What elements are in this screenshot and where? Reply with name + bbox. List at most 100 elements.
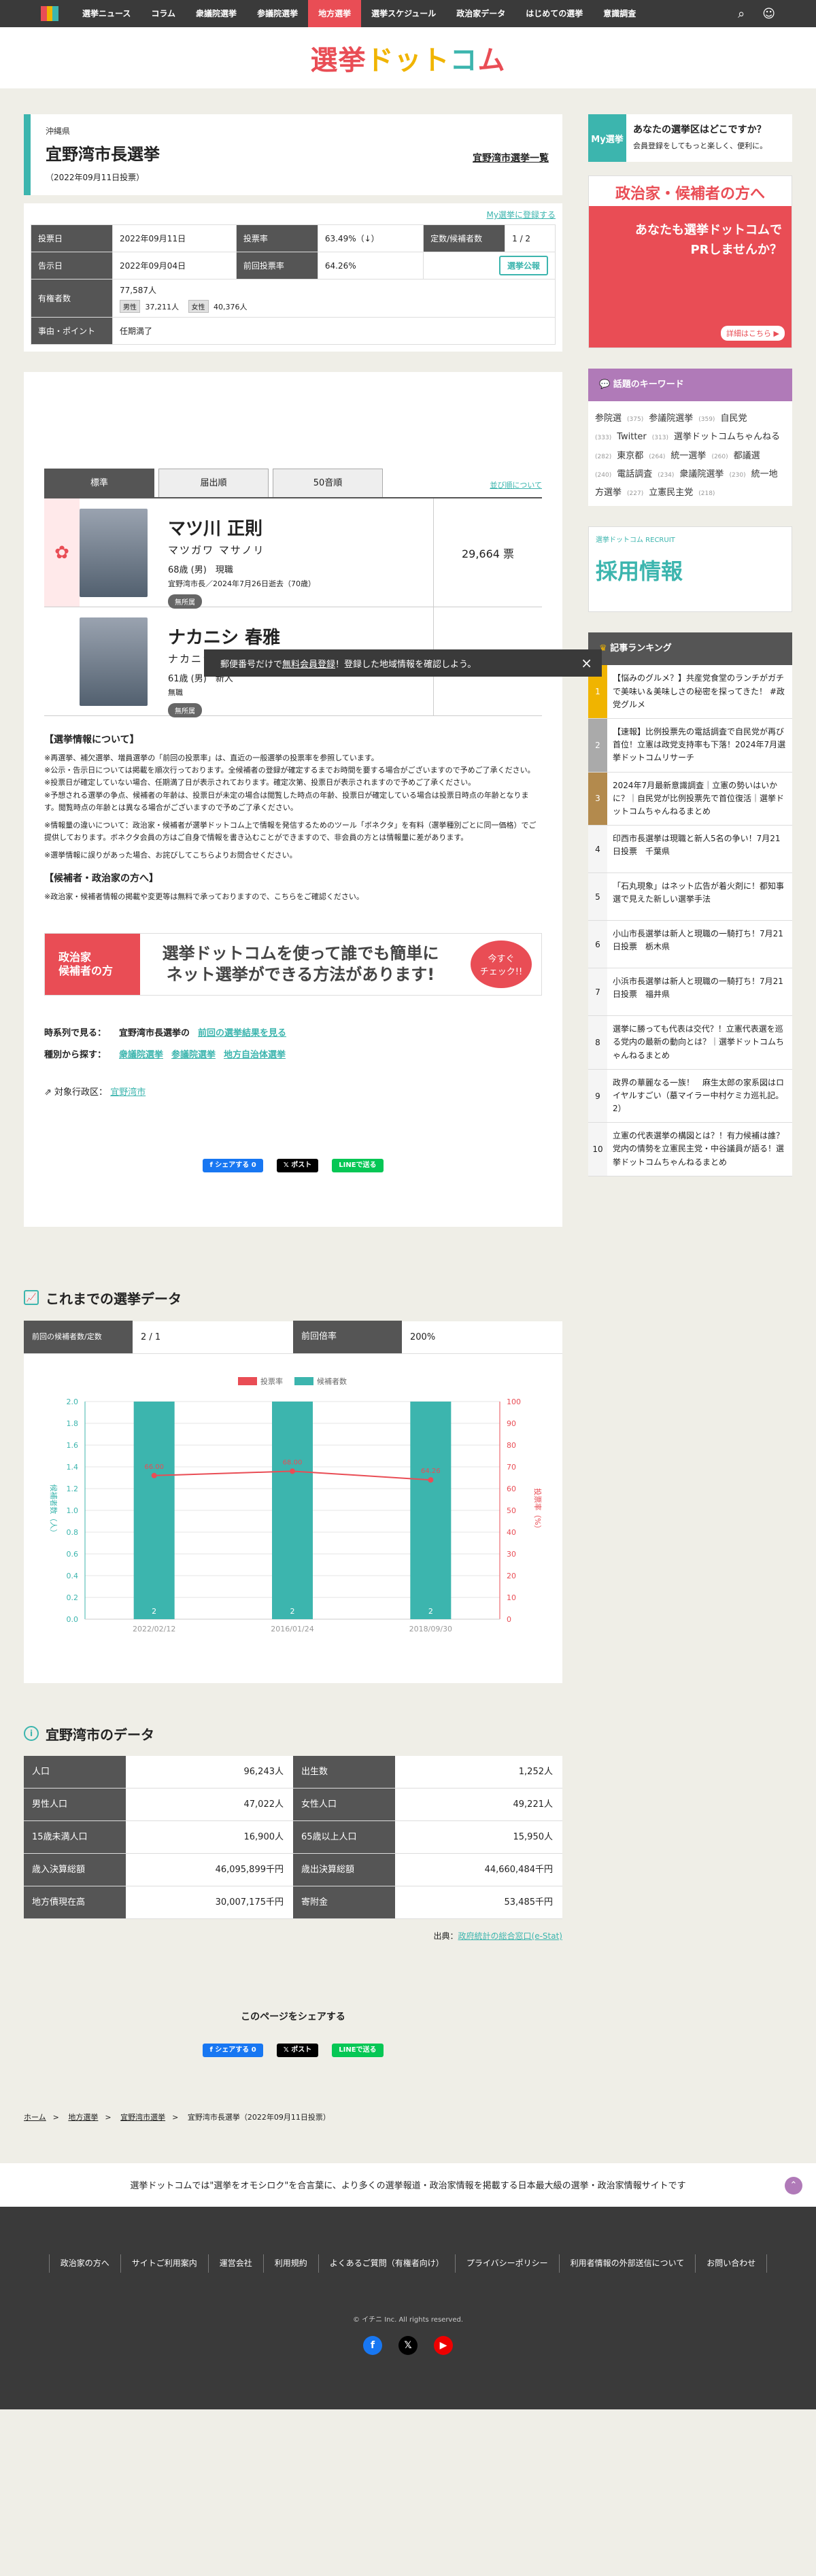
search-icon[interactable]: ⌕: [738, 7, 745, 21]
candidate-photo[interactable]: [80, 498, 154, 607]
candidate-name[interactable]: ナカニシ 春雅: [168, 624, 420, 649]
ranking-item[interactable]: 7 小浜市長選挙は新人と現職の一騎打ち！7月21日投票 福井県: [588, 968, 792, 1017]
ranking-title[interactable]: 小浜市長選挙は新人と現職の一騎打ち！7月21日投票 福井県: [607, 968, 792, 1015]
keyword-link[interactable]: 東京都 (264): [617, 451, 665, 461]
my-election-box[interactable]: My選挙 あなたの選挙区はどこですか？ 会員登録をしてもっと楽しく、便利に。: [588, 114, 792, 162]
keyword-link[interactable]: 統一選挙 (260): [670, 451, 728, 461]
facebook-icon[interactable]: f: [363, 2336, 382, 2356]
type-link[interactable]: 地方自治体選挙: [224, 1050, 286, 1060]
footer-link[interactable]: プライバシーポリシー: [456, 2254, 560, 2273]
user-icon[interactable]: ☺: [762, 7, 775, 21]
ranking-title[interactable]: 選挙に勝っても代表は交代？！立憲代表選を巡る党内の最新の動向とは？｜選挙ドットコ…: [607, 1016, 792, 1069]
ranking-title[interactable]: 政界の華麗なる一族！ 麻生太郎の家系図はロイヤルすごい（墓マイラー中村ケミカ巡礼…: [607, 1070, 792, 1123]
close-icon[interactable]: ×: [581, 655, 592, 671]
footer-link[interactable]: 利用規約: [264, 2254, 319, 2273]
ranking-item[interactable]: 1 【悩みのグルメ？】共産党食堂のランチがガチで美味い＆美味しさの秘密を探ってきた…: [588, 665, 792, 719]
banner-left: 政治家 候補者の方: [45, 934, 140, 996]
election-publication-button[interactable]: 選挙公報: [498, 256, 548, 275]
type-link[interactable]: 衆議院選挙: [119, 1050, 163, 1060]
banner-cta[interactable]: 今すぐ チェック!!: [471, 940, 532, 989]
nav-item[interactable]: はじめての選挙: [515, 0, 593, 27]
candidate-name[interactable]: マツ川 正則: [168, 515, 420, 540]
politician-banner[interactable]: 政治家 候補者の方 選挙ドットコムを使って誰でも簡単に ネット選挙ができる方法が…: [44, 933, 542, 996]
note-text: ※予想される選挙の争点、候補者の年齢は、投票日が未定の場合は閲覧した時点の年齢、…: [44, 790, 529, 812]
tab-kana-order[interactable]: 50音順: [273, 469, 383, 497]
ranking-item[interactable]: 5 「石丸現象」はネット広告が着火剤に！都知事選で見えた新しい選挙手法: [588, 873, 792, 921]
ranking-title[interactable]: 【速報】比例投票先の電話調査で自民党が再び首位！立憲は政党支持率も下落！2024…: [607, 719, 792, 772]
ranking-title[interactable]: 「石丸現象」はネット広告が着火剤に！都知事選で見えた新しい選挙手法: [607, 873, 792, 920]
ranking-title[interactable]: 小山市長選挙は新人と現職の一騎打ち！7月21日投票 栃木県: [607, 921, 792, 968]
facebook-share-button[interactable]: f シェアする 0: [203, 1158, 263, 1172]
keyword-link[interactable]: 参議院選挙 (359): [649, 413, 715, 424]
site-logo[interactable]: 選挙ドットコム: [311, 38, 506, 78]
rank-number: 4: [588, 826, 607, 873]
scroll-top-icon[interactable]: ⌃: [785, 2176, 802, 2194]
keyword-link[interactable]: 電話調査 (234): [617, 469, 674, 479]
ranking-item[interactable]: 9 政界の華麗なる一族！ 麻生太郎の家系図はロイヤルすごい（墓マイラー中村ケミカ巡…: [588, 1069, 792, 1123]
recruit-banner[interactable]: 選挙ドットコム RECRUIT 採用情報: [588, 526, 792, 613]
footer-link[interactable]: 政治家の方へ: [48, 2254, 121, 2273]
footer-link[interactable]: お問い合わせ: [696, 2254, 768, 2273]
breadcrumb-item[interactable]: 宜野湾市選挙: [120, 2113, 165, 2122]
ranking-title[interactable]: 2024年7月最新意識調査｜立憲の勢いはいかに？｜自民党が比例投票先で首位復活｜…: [607, 773, 792, 826]
keyword-link[interactable]: 立憲民主党 (218): [649, 488, 715, 498]
turnout-point: [290, 1468, 295, 1474]
register-my-election-link[interactable]: My選挙に登録する: [31, 209, 556, 220]
ranking-item[interactable]: 8 選挙に勝っても代表は交代？！立憲代表選を巡る党内の最新の動向とは？｜選挙ドット…: [588, 1016, 792, 1070]
ranking-item[interactable]: 4 印西市長選挙は現職と新人5名の争い！7月21日投票 千葉県: [588, 826, 792, 874]
ranking-item[interactable]: 6 小山市長選挙は新人と現職の一騎打ち！7月21日投票 栃木県: [588, 921, 792, 969]
nav-item[interactable]: 選挙スケジュール: [361, 0, 446, 27]
x-post-button[interactable]: 𝕏 ポスト: [276, 1158, 319, 1172]
prev-election-link[interactable]: 前回の選挙結果を見る: [198, 1028, 286, 1038]
source-link[interactable]: 政府統計の総合窓口(e-Stat): [458, 1931, 562, 1941]
candidate-photo[interactable]: [80, 607, 154, 715]
ranking-item[interactable]: 10 立憲の代表選挙の構図とは？！有力候補は誰？党内の情勢を立憲民主党・中谷議員が…: [588, 1123, 792, 1176]
candidate-row[interactable]: ✿ マツ川 正則 マツガワ マサノリ 68歳 (男) 現職 宜野湾市長／2024年7月2…: [44, 498, 542, 609]
sort-help-link[interactable]: 並び順について: [490, 479, 542, 497]
ranking-item[interactable]: 3 2024年7月最新意識調査｜立憲の勢いはいかに？｜自民党が比例投票先で首位復活…: [588, 772, 792, 826]
breadcrumb-item[interactable]: 地方選挙: [68, 2113, 98, 2122]
keyword-link[interactable]: 参院選 (375): [595, 413, 643, 424]
city-title: 宜野湾市のデータ: [46, 1726, 154, 1743]
youtube-icon[interactable]: ▶: [434, 2336, 453, 2356]
ranking-title[interactable]: 【悩みのグルメ？】共産党食堂のランチがガチで美味い＆美味しさの秘密を探ってきた！…: [607, 665, 792, 718]
nav-item[interactable]: 政治家データ: [446, 0, 515, 27]
main-content: 沖縄県 宜野湾市長選挙 （2022年09月11日投票） 宜野湾市選挙一覧 My選…: [24, 114, 562, 2163]
keyword-link[interactable]: Twitter (313): [617, 432, 668, 442]
keyword-link[interactable]: 衆議院選挙 (230): [679, 469, 745, 479]
toast-signup-link[interactable]: 無料会員登録: [282, 657, 335, 670]
footer-link[interactable]: 運営会社: [209, 2254, 264, 2273]
area-link[interactable]: 宜野湾市: [110, 1087, 146, 1098]
nav-item[interactable]: 地方選挙: [308, 0, 362, 27]
election-list-link[interactable]: 宜野湾市選挙一覧: [473, 151, 549, 165]
ad-cta-button[interactable]: 詳細はこちら ▶: [721, 326, 785, 341]
breadcrumb-item[interactable]: ホーム: [24, 2113, 46, 2122]
politician-ad[interactable]: 政治家・候補者の方へ あなたも選挙ドットコムで PRしませんか？ 詳細はこちら …: [588, 175, 792, 348]
footer-link[interactable]: よくあるご質問（有権者向け）: [319, 2254, 456, 2273]
not-elected-marker: [44, 607, 80, 715]
line-share-button[interactable]: LINEで送る: [332, 2043, 384, 2057]
nav-item[interactable]: 衆議院選挙: [186, 0, 247, 27]
nav-item[interactable]: コラム: [141, 0, 186, 27]
y-right-tick: 40: [507, 1528, 516, 1537]
x-post-button[interactable]: 𝕏 ポスト: [276, 2043, 319, 2057]
tab-filing-order[interactable]: 届出順: [158, 469, 269, 497]
tab-standard[interactable]: 標準: [44, 469, 154, 497]
ranking-box: ♛ 記事ランキング 1 【悩みのグルメ？】共産党食堂のランチがガチで美味い＆美味し…: [588, 632, 792, 1176]
type-link[interactable]: 参議院選挙: [171, 1050, 216, 1060]
site-mini-logo[interactable]: [41, 6, 59, 21]
keyword-count: (260): [711, 453, 728, 460]
facebook-share-button[interactable]: f シェアする 0: [203, 2043, 263, 2057]
x-icon[interactable]: 𝕏: [398, 2336, 418, 2356]
rank-number: 10: [588, 1123, 607, 1176]
footer-link[interactable]: サイトご利用案内: [121, 2254, 209, 2273]
vote-day: 2022年09月11日: [112, 224, 237, 252]
nav-item[interactable]: 意識調査: [593, 0, 646, 27]
ranking-title[interactable]: 印西市長選挙は現職と新人5名の争い！7月21日投票 千葉県: [607, 826, 792, 872]
nav-item[interactable]: 参議院選挙: [247, 0, 308, 27]
ranking-item[interactable]: 2 【速報】比例投票先の電話調査で自民党が再び首位！立憲は政党支持率も下落！202…: [588, 719, 792, 773]
ranking-title[interactable]: 立憲の代表選挙の構図とは？！有力候補は誰？党内の情勢を立憲民主党・中谷議員が語る…: [607, 1123, 792, 1176]
nav-item[interactable]: 選挙ニュース: [72, 0, 141, 27]
footer-link[interactable]: 利用者情報の外部送信について: [560, 2254, 696, 2273]
line-share-button[interactable]: LINEで送る: [332, 1158, 384, 1172]
